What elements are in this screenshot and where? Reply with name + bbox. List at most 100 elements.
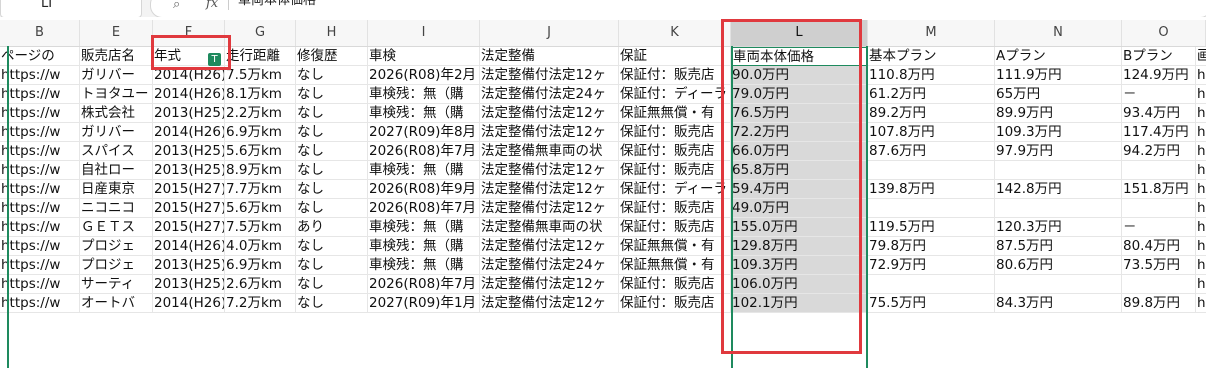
header-cell[interactable]: 走行距離: [225, 47, 296, 66]
table-cell[interactable]: 法定整備付法定12ヶ: [480, 294, 619, 313]
header-cell[interactable]: 車検: [368, 47, 480, 66]
table-cell[interactable]: 法定整備付法定12ヶ: [480, 237, 619, 256]
table-cell[interactable]: 65万円: [995, 85, 1122, 104]
table-cell[interactable]: 株式会社: [80, 104, 153, 123]
table-cell[interactable]: 2026(R08)年7月: [368, 142, 480, 161]
table-cell[interactable]: 2.2万km: [225, 104, 296, 123]
header-cell[interactable]: 画: [1196, 47, 1206, 66]
table-cell[interactable]: 72.2万円: [731, 123, 868, 142]
table-cell[interactable]: 72.9万円: [868, 256, 995, 275]
table-cell[interactable]: 5.6万km: [225, 199, 296, 218]
table-cell[interactable]: [1122, 275, 1196, 294]
table-cell[interactable]: あり: [296, 218, 368, 237]
table-cell[interactable]: 109.3万円: [995, 123, 1122, 142]
table-cell[interactable]: 2014(H26): [153, 237, 225, 256]
table-cell[interactable]: https://w: [0, 275, 80, 294]
table-cell[interactable]: 車検残：無（購: [368, 256, 480, 275]
table-cell[interactable]: https://w: [0, 199, 80, 218]
table-cell[interactable]: 89.8万円: [1122, 294, 1196, 313]
table-cell[interactable]: 2015(H27): [153, 180, 225, 199]
table-cell[interactable]: 2027(R09)年8月: [368, 123, 480, 142]
table-cell[interactable]: 6.9万km: [225, 256, 296, 275]
table-cell[interactable]: オートバ: [80, 294, 153, 313]
table-cell[interactable]: 車検残：無（購: [368, 161, 480, 180]
table-cell[interactable]: スパイス: [80, 142, 153, 161]
table-cell[interactable]: h: [1196, 123, 1206, 142]
table-cell[interactable]: 法定整備付法定12ヶ: [480, 104, 619, 123]
table-cell[interactable]: https://w: [0, 180, 80, 199]
table-cell[interactable]: 8.9万km: [225, 161, 296, 180]
header-cell[interactable]: Bプラン: [1122, 47, 1196, 66]
header-cell[interactable]: ページの: [0, 47, 80, 66]
table-cell[interactable]: 法定整備無車両の状: [480, 142, 619, 161]
table-cell[interactable]: https://w: [0, 85, 80, 104]
table-cell[interactable]: ニコニコ: [80, 199, 153, 218]
table-cell[interactable]: 110.8万円: [868, 66, 995, 85]
column-header-g[interactable]: G: [225, 20, 296, 46]
table-cell[interactable]: 129.8万円: [731, 237, 868, 256]
table-cell[interactable]: https://w: [0, 294, 80, 313]
table-cell[interactable]: 139.8万円: [868, 180, 995, 199]
table-cell[interactable]: h: [1196, 256, 1206, 275]
table-cell[interactable]: h: [1196, 218, 1206, 237]
table-cell[interactable]: なし: [296, 104, 368, 123]
table-cell[interactable]: 97.9万円: [995, 142, 1122, 161]
table-cell[interactable]: 保証付：販売店: [619, 294, 731, 313]
header-cell[interactable]: 販売店名: [80, 47, 153, 66]
table-cell[interactable]: 2013(H25): [153, 104, 225, 123]
table-cell[interactable]: 2027(R09)年1月: [368, 294, 480, 313]
table-cell[interactable]: 法定整備付法定12ヶ: [480, 199, 619, 218]
table-cell[interactable]: https://w: [0, 218, 80, 237]
table-cell[interactable]: 2015(H27): [153, 218, 225, 237]
table-cell[interactable]: 49.0万円: [731, 199, 868, 218]
table-cell[interactable]: 76.5万円: [731, 104, 868, 123]
column-header-h[interactable]: H: [296, 20, 368, 46]
table-cell[interactable]: 75.5万円: [868, 294, 995, 313]
column-header-f[interactable]: F: [153, 20, 225, 46]
table-cell[interactable]: なし: [296, 180, 368, 199]
table-cell[interactable]: 法定整備付法定12ヶ: [480, 180, 619, 199]
table-cell[interactable]: 117.4万円: [1122, 123, 1196, 142]
table-cell[interactable]: https://w: [0, 104, 80, 123]
table-cell[interactable]: 保証付：販売店: [619, 142, 731, 161]
table-cell[interactable]: https://w: [0, 66, 80, 85]
table-cell[interactable]: 2014(H26): [153, 85, 225, 104]
table-cell[interactable]: 2013(H25): [153, 161, 225, 180]
table-cell[interactable]: トヨタユー: [80, 85, 153, 104]
column-header-l[interactable]: L: [731, 20, 868, 46]
table-cell[interactable]: なし: [296, 142, 368, 161]
table-cell[interactable]: 2026(R08)年7月: [368, 275, 480, 294]
table-cell[interactable]: 7.5万km: [225, 66, 296, 85]
table-cell[interactable]: なし: [296, 294, 368, 313]
table-cell[interactable]: 93.4万円: [1122, 104, 1196, 123]
table-cell[interactable]: [868, 275, 995, 294]
table-cell[interactable]: 80.4万円: [1122, 237, 1196, 256]
table-cell[interactable]: 車検残：無（購: [368, 218, 480, 237]
table-cell[interactable]: 7.5万km: [225, 218, 296, 237]
table-cell[interactable]: https://w: [0, 161, 80, 180]
table-cell[interactable]: 保証無無償・有: [619, 256, 731, 275]
table-cell[interactable]: ＧＥＴス: [80, 218, 153, 237]
table-cell[interactable]: 79.0万円: [731, 85, 868, 104]
table-cell[interactable]: 87.6万円: [868, 142, 995, 161]
header-cell[interactable]: Aプラン: [995, 47, 1122, 66]
table-cell[interactable]: 2014(H26): [153, 123, 225, 142]
table-cell[interactable]: 89.9万円: [995, 104, 1122, 123]
table-cell[interactable]: －: [1122, 85, 1196, 104]
formula-bar[interactable]: ⌕ fx 車両本体価格: [150, 0, 1206, 17]
table-cell[interactable]: h: [1196, 142, 1206, 161]
table-cell[interactable]: 151.8万円: [1122, 180, 1196, 199]
table-cell[interactable]: [1122, 199, 1196, 218]
header-cell[interactable]: 修復歴: [296, 47, 368, 66]
table-cell[interactable]: h: [1196, 275, 1206, 294]
table-cell[interactable]: 7.7万km: [225, 180, 296, 199]
table-cell[interactable]: [995, 275, 1122, 294]
table-cell[interactable]: 保証無無償・有: [619, 237, 731, 256]
table-cell[interactable]: 保証付：販売店: [619, 218, 731, 237]
table-cell[interactable]: https://w: [0, 123, 80, 142]
table-cell[interactable]: 法定整備付法定12ヶ: [480, 123, 619, 142]
table-cell[interactable]: https://w: [0, 142, 80, 161]
table-cell[interactable]: https://w: [0, 237, 80, 256]
table-cell[interactable]: なし: [296, 199, 368, 218]
table-cell[interactable]: 73.5万円: [1122, 256, 1196, 275]
